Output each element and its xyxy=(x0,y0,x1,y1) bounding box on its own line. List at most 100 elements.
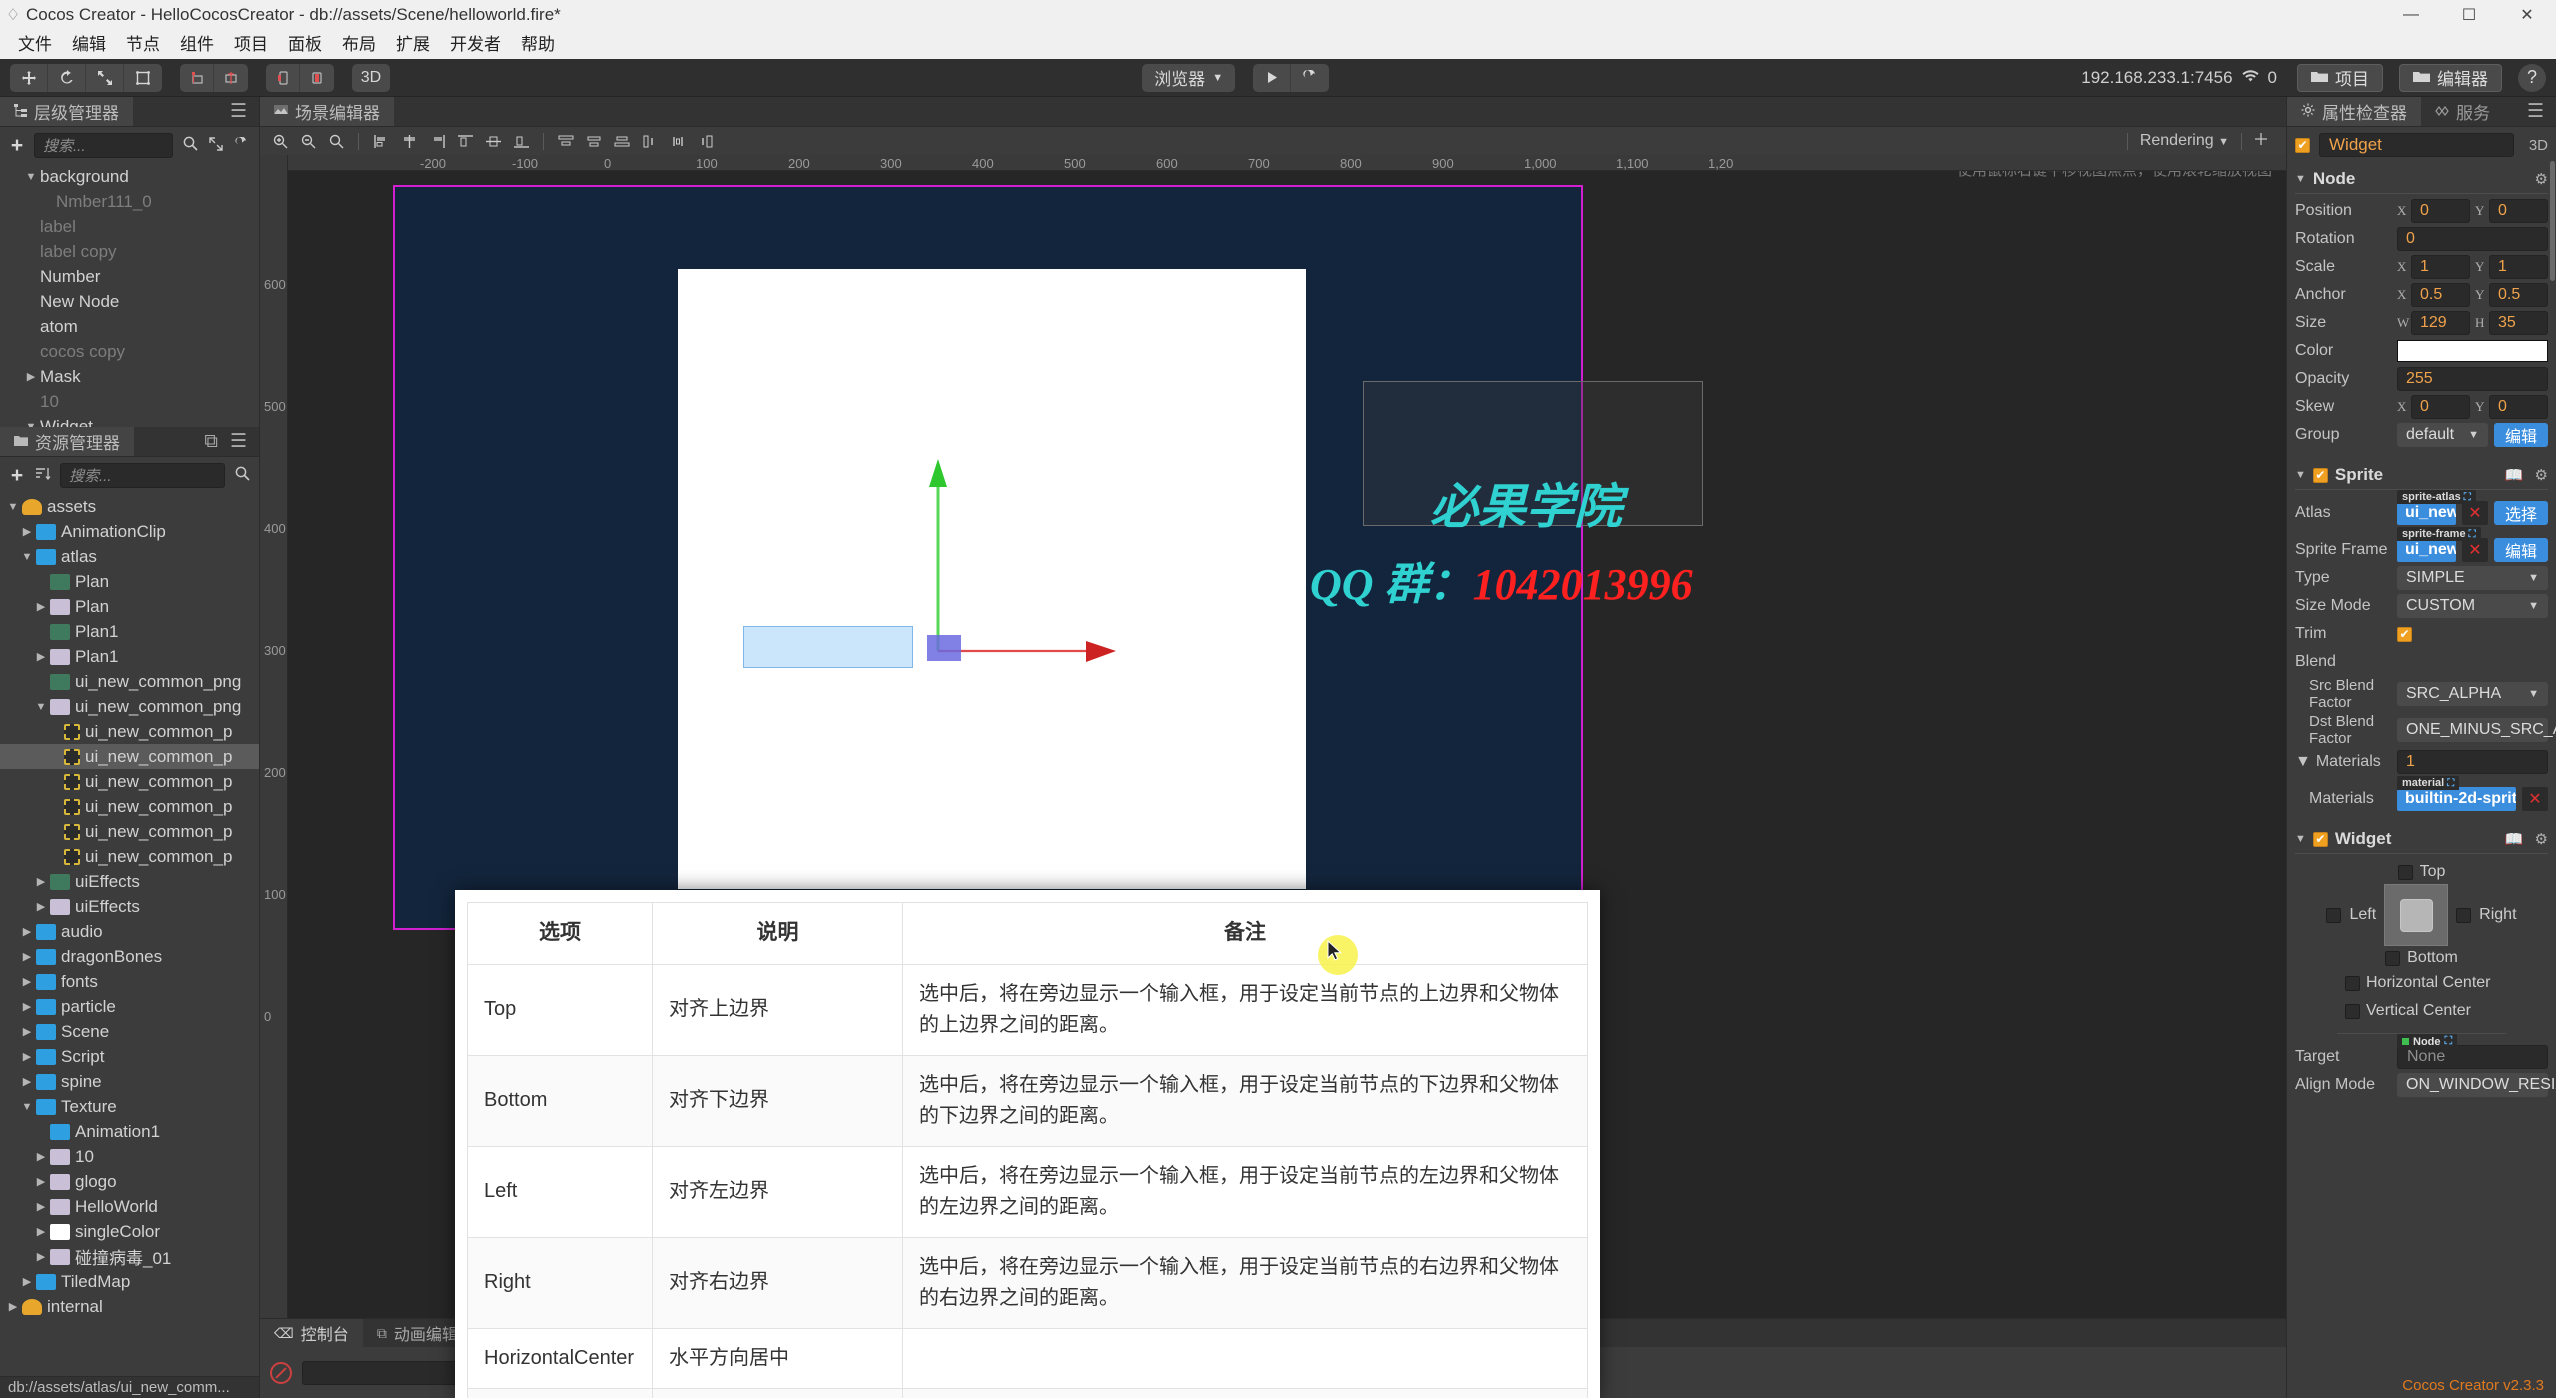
minimize-button[interactable]: — xyxy=(2382,0,2440,30)
widget-vertical-center-checkbox[interactable] xyxy=(2345,1003,2360,1019)
hierarchy-node-row[interactable]: 10 xyxy=(0,389,259,414)
asset-row[interactable]: ui_new_common_p xyxy=(0,719,259,744)
gear-icon[interactable]: ⚙ xyxy=(2535,170,2548,188)
hierarchy-tree[interactable]: ▼ background Nmber111_0 label label copy Numb… xyxy=(0,164,259,428)
rendering-dropdown[interactable]: Rendering ▼ xyxy=(2140,132,2229,150)
search-icon[interactable] xyxy=(233,466,251,486)
distribute-bottom-icon[interactable] xyxy=(610,130,634,152)
atlas-select-button[interactable]: 选择 xyxy=(2493,501,2548,525)
zoom-reset-icon[interactable] xyxy=(324,130,348,152)
external-link-icon[interactable]: ⛶ xyxy=(2447,778,2454,789)
tab-assets[interactable]: 资源管理器 xyxy=(0,427,134,456)
src-blend-select[interactable]: SRC_ALPHA ▼ xyxy=(2397,682,2548,706)
align-left-icon[interactable] xyxy=(369,130,393,152)
open-project-button[interactable]: 项目 xyxy=(2297,63,2383,92)
asset-row[interactable]: ▶ dragonBones xyxy=(0,944,259,969)
asset-row[interactable]: ▶ 10 xyxy=(0,1144,259,1169)
target-asset-field[interactable]: Node ⛶ None xyxy=(2397,1034,2548,1069)
section-sprite-header[interactable]: ▼ ✔ Sprite 📖 ⚙ xyxy=(2287,459,2556,489)
anchor-y-input[interactable]: 0.5 xyxy=(2489,283,2548,307)
asset-row[interactable]: ui_new_common_p xyxy=(0,769,259,794)
hierarchy-node-row[interactable]: New Node xyxy=(0,289,259,314)
widget-bottom-checkbox[interactable] xyxy=(2385,950,2401,966)
menu-item-4[interactable]: 项目 xyxy=(224,30,278,59)
sprite-frame-asset-field[interactable]: sprite-frame ⛶ ui_new_common_png... xyxy=(2397,527,2481,562)
size-height-input[interactable]: 35 xyxy=(2489,311,2548,335)
prop-materials-count-label[interactable]: ▼ Materials xyxy=(2295,753,2391,771)
align-center-v-icon[interactable] xyxy=(481,130,505,152)
tab-hierarchy[interactable]: 层级管理器 xyxy=(0,97,133,126)
asset-row[interactable]: Plan1 xyxy=(0,619,259,644)
scale-y-input[interactable]: 1 xyxy=(2489,255,2548,279)
asset-row[interactable]: ui_new_common_p xyxy=(0,819,259,844)
rotation-input[interactable]: 0 xyxy=(2397,227,2548,251)
align-mode-select[interactable]: ON_WINDOW_RESIZE ▼ xyxy=(2397,1073,2556,1097)
asset-row[interactable]: ui_new_common_p xyxy=(0,794,259,819)
sort-icon[interactable] xyxy=(34,466,52,486)
rect-tool-icon[interactable] xyxy=(124,64,162,92)
align-right-icon[interactable] xyxy=(425,130,449,152)
gear-icon[interactable]: ⚙ xyxy=(2535,466,2548,484)
distribute-left-icon[interactable] xyxy=(638,130,662,152)
skew-y-input[interactable]: 0 xyxy=(2489,395,2548,419)
assets-search-input[interactable]: 搜索... xyxy=(60,463,225,488)
preview-device-select[interactable]: 浏览器 ▼ xyxy=(1142,63,1236,92)
close-button[interactable]: ✕ xyxy=(2498,0,2556,30)
hierarchy-node-row[interactable]: ▶ Mask xyxy=(0,364,259,389)
transform-gizmo[interactable] xyxy=(828,421,1158,721)
menu-item-0[interactable]: 文件 xyxy=(8,30,62,59)
asset-row[interactable]: ▶ internal xyxy=(0,1294,259,1319)
widget-horizontal-center-checkbox[interactable] xyxy=(2345,975,2360,991)
asset-row[interactable]: ▶ uiEffects xyxy=(0,869,259,894)
asset-row[interactable]: ▶ HelloWorld xyxy=(0,1194,259,1219)
hierarchy-node-row[interactable]: Number xyxy=(0,264,259,289)
inspector-scrollbar[interactable] xyxy=(2550,161,2555,281)
menu-item-8[interactable]: 开发者 xyxy=(440,30,511,59)
open-editor-button[interactable]: 编辑器 xyxy=(2399,63,2502,92)
opacity-input[interactable]: 255 xyxy=(2397,367,2548,391)
hierarchy-node-row[interactable]: cocos copy xyxy=(0,339,259,364)
popout-icon[interactable]: ⧉ xyxy=(204,431,218,453)
gizmo-icon[interactable] xyxy=(2254,132,2268,151)
zoom-in-icon[interactable] xyxy=(268,130,292,152)
asset-row[interactable]: ▼ ui_new_common_png xyxy=(0,694,259,719)
external-link-icon[interactable]: ⛶ xyxy=(2445,1035,2453,1048)
distribute-center-icon[interactable] xyxy=(666,130,690,152)
menu-item-5[interactable]: 面板 xyxy=(278,30,332,59)
atlas-asset-field[interactable]: sprite-atlas ⛶ ui_new_common_png xyxy=(2397,490,2476,525)
help-book-icon[interactable]: 📖 xyxy=(2505,830,2524,848)
skew-x-input[interactable]: 0 xyxy=(2411,395,2470,419)
hierarchy-search-input[interactable]: 搜索... xyxy=(34,133,173,158)
size-width-input[interactable]: 129 xyxy=(2411,311,2470,335)
sprite-frame-edit-button[interactable]: 编辑 xyxy=(2493,538,2548,562)
asset-row[interactable]: ▼ assets xyxy=(0,494,259,519)
position-y-input[interactable]: 0 xyxy=(2489,199,2548,223)
asset-row[interactable]: ui_new_common_png xyxy=(0,669,259,694)
refresh-icon[interactable] xyxy=(233,135,251,156)
align-top-icon[interactable] xyxy=(453,130,477,152)
section-node-header[interactable]: ▼ Node ⚙ xyxy=(2287,163,2556,193)
align-center-h-icon[interactable] xyxy=(397,130,421,152)
hierarchy-node-row[interactable]: Nmber111_0 xyxy=(0,189,259,214)
node-name-field[interactable]: Widget xyxy=(2319,133,2514,157)
color-swatch[interactable] xyxy=(2397,340,2548,362)
asset-row[interactable]: Animation1 xyxy=(0,1119,259,1144)
align-bottom-icon[interactable] xyxy=(509,130,533,152)
asset-row[interactable]: ▶ AnimationClip xyxy=(0,519,259,544)
material-value[interactable]: builtin-2d-sprite xyxy=(2397,787,2516,811)
widget-right-checkbox[interactable] xyxy=(2456,907,2472,923)
widget-enabled-checkbox[interactable]: ✔ xyxy=(2312,831,2328,847)
pivot-toggle-icon[interactable] xyxy=(180,63,214,92)
asset-row[interactable]: ▶ fonts xyxy=(0,969,259,994)
scale-tool-icon[interactable] xyxy=(86,63,124,92)
menu-item-6[interactable]: 布局 xyxy=(332,30,386,59)
sprite-enabled-checkbox[interactable]: ✔ xyxy=(2312,467,2328,483)
asset-row[interactable]: ▶ Plan1 xyxy=(0,644,259,669)
hierarchy-node-row[interactable]: ▼ Widget xyxy=(0,414,259,428)
material-clear-button[interactable]: ✕ xyxy=(2522,787,2548,811)
asset-row[interactable]: ▶ Scene xyxy=(0,1019,259,1044)
add-node-icon[interactable]: + xyxy=(8,134,26,158)
asset-row[interactable]: ▶ particle xyxy=(0,994,259,1019)
tab-inspector[interactable]: 属性检查器 xyxy=(2287,97,2421,126)
scale-x-input[interactable]: 1 xyxy=(2411,255,2470,279)
